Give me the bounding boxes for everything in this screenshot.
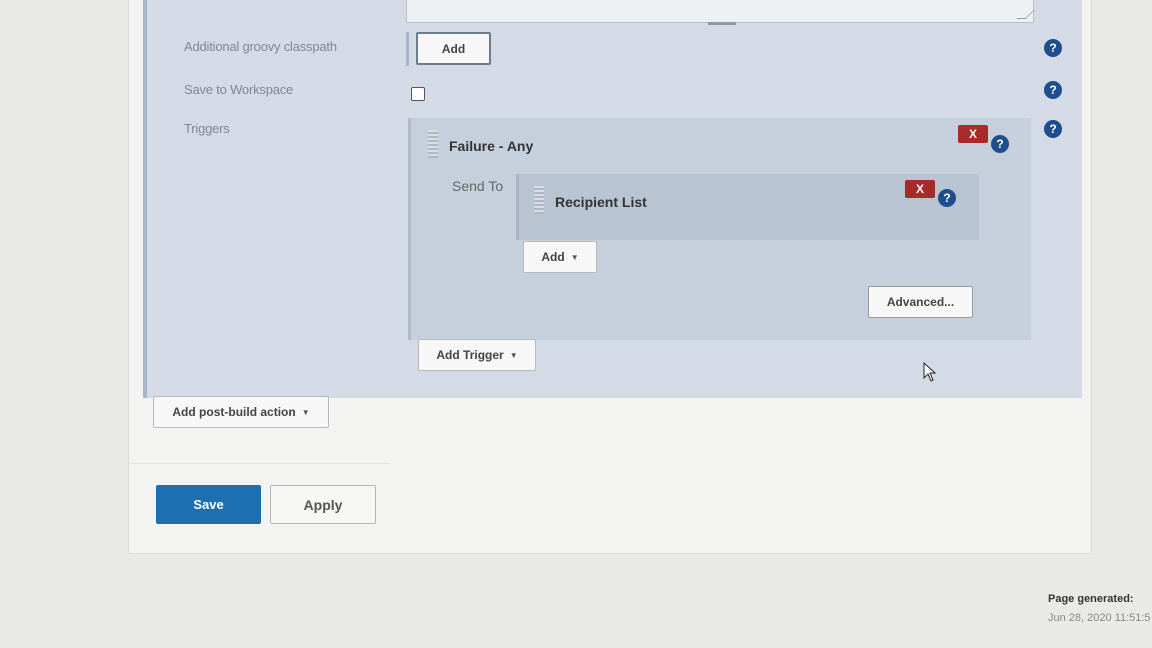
save-button[interactable]: Save bbox=[156, 485, 261, 524]
add-post-build-label: Add post-build action bbox=[172, 405, 296, 419]
add-trigger-button[interactable]: Add Trigger ▼ bbox=[418, 339, 536, 371]
textarea-resize-handle[interactable] bbox=[1016, 10, 1035, 19]
help-icon[interactable]: ? bbox=[1044, 81, 1062, 99]
page-generated-label: Page generated: bbox=[1048, 593, 1134, 605]
save-to-workspace-label: Save to Workspace bbox=[184, 82, 294, 97]
field-indent-bar bbox=[406, 32, 409, 66]
advanced-button[interactable]: Advanced... bbox=[868, 286, 973, 318]
help-icon[interactable]: ? bbox=[1044, 120, 1062, 138]
trigger-title: Failure - Any bbox=[449, 138, 534, 154]
help-icon[interactable]: ? bbox=[938, 189, 956, 207]
chevron-down-icon: ▼ bbox=[570, 252, 579, 262]
recipient-list-title: Recipient List bbox=[555, 194, 647, 210]
apply-button[interactable]: Apply bbox=[270, 485, 376, 524]
mouse-pointer-icon bbox=[923, 361, 937, 387]
chevron-down-icon: ▼ bbox=[301, 407, 310, 417]
add-classpath-button[interactable]: Add bbox=[416, 32, 491, 65]
divider bbox=[130, 463, 390, 464]
add-post-build-action-button[interactable]: Add post-build action ▼ bbox=[153, 396, 329, 428]
groovy-classpath-label: Additional groovy classpath bbox=[184, 39, 337, 54]
delete-recipient-button[interactable]: X bbox=[905, 180, 935, 198]
help-icon[interactable]: ? bbox=[1044, 39, 1062, 57]
send-to-label: Send To bbox=[452, 178, 504, 194]
chevron-down-icon: ▼ bbox=[509, 350, 518, 360]
textarea-grip[interactable] bbox=[708, 22, 736, 25]
drag-handle-icon[interactable] bbox=[534, 186, 544, 214]
add-trigger-label: Add Trigger bbox=[436, 348, 504, 362]
drag-handle-icon[interactable] bbox=[428, 130, 438, 158]
save-to-workspace-checkbox[interactable] bbox=[411, 87, 425, 101]
help-icon[interactable]: ? bbox=[991, 135, 1009, 153]
add-recipient-label: Add bbox=[541, 250, 565, 264]
delete-trigger-button[interactable]: X bbox=[958, 125, 988, 143]
page-generated-timestamp: Jun 28, 2020 11:51:5 bbox=[1048, 612, 1151, 624]
add-recipient-button[interactable]: Add ▼ bbox=[523, 241, 597, 273]
script-textarea[interactable] bbox=[406, 0, 1035, 25]
triggers-label: Triggers bbox=[184, 121, 230, 136]
